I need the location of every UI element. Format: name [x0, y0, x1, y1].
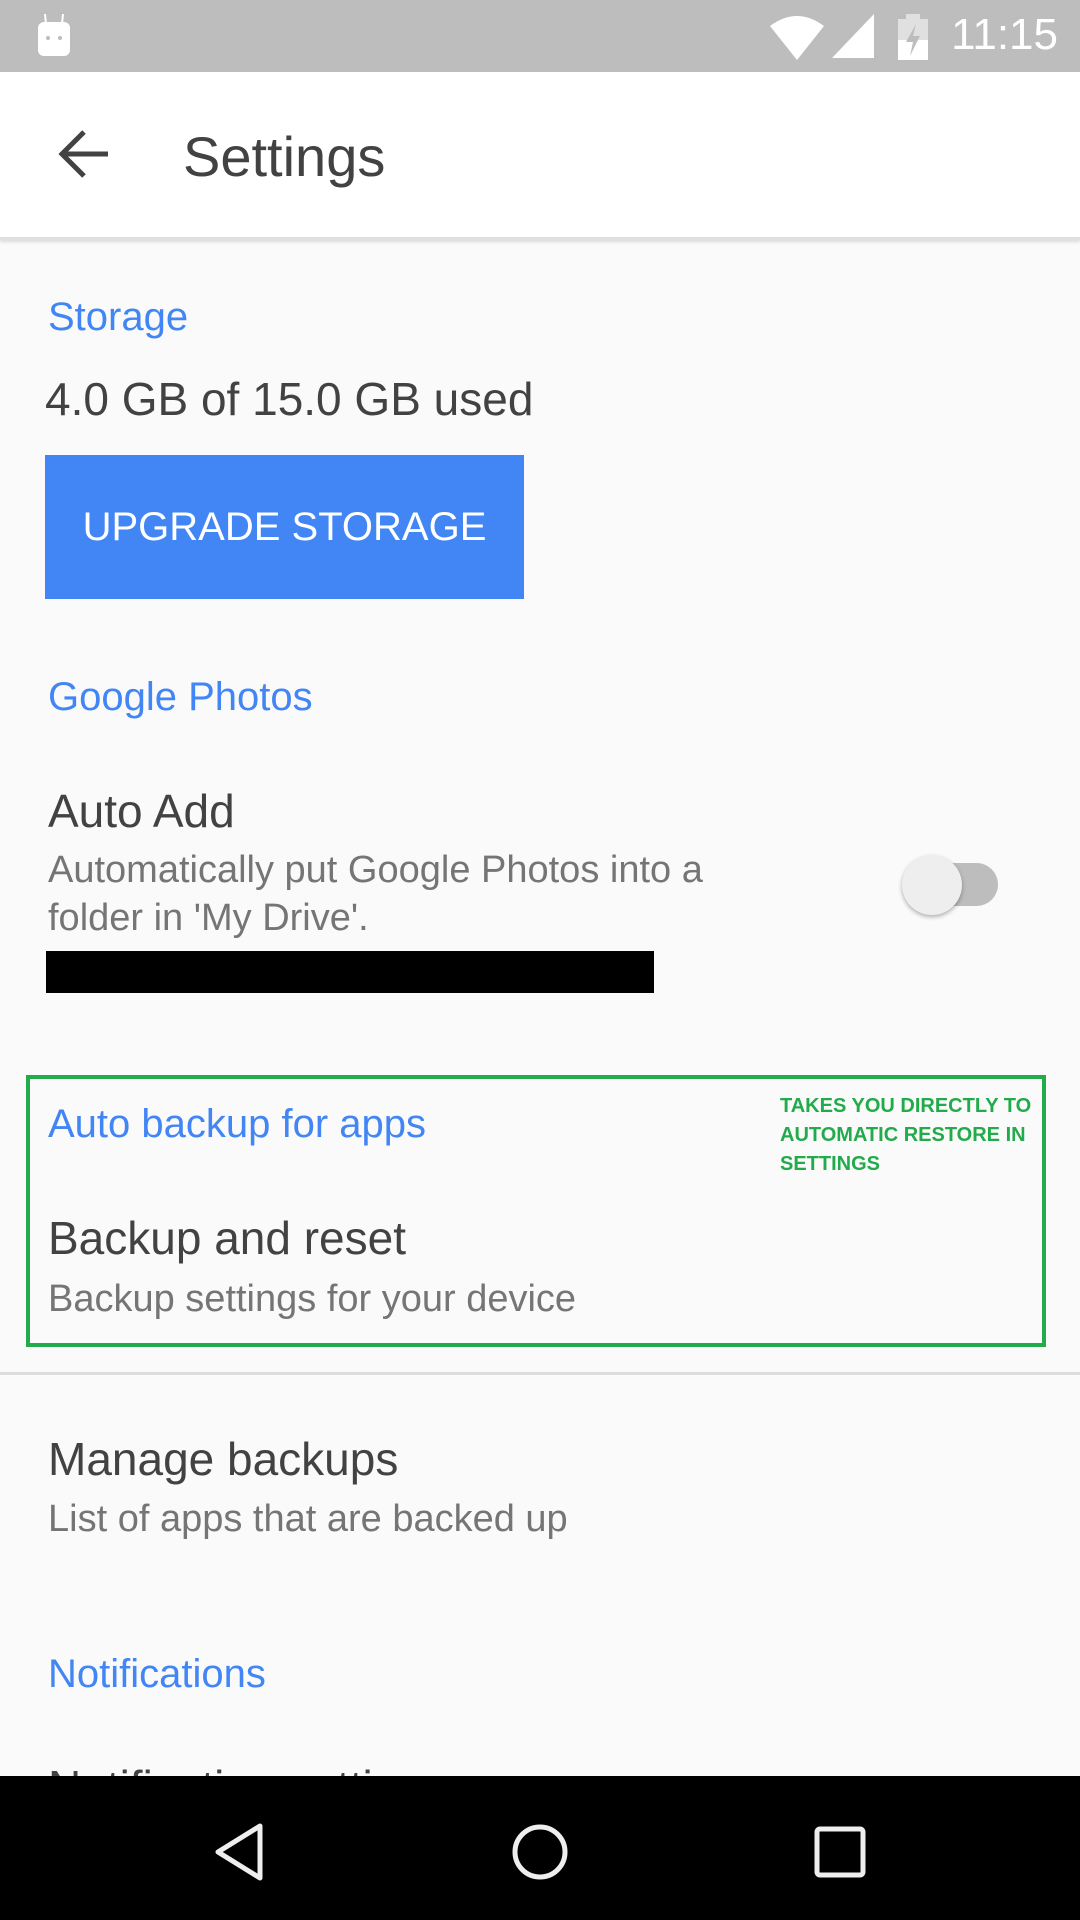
signal-icon: [832, 14, 874, 58]
backup-and-reset-description: Backup settings for your device: [48, 1278, 577, 1320]
wifi-icon: [770, 16, 824, 60]
auto-add-title[interactable]: Auto Add: [48, 784, 235, 838]
section-header-storage: Storage: [48, 295, 189, 339]
section-header-google-photos: Google Photos: [48, 675, 313, 719]
backup-and-reset-title[interactable]: Backup and reset: [48, 1211, 406, 1265]
clock: 11:15: [951, 10, 1058, 59]
manage-backups-description: List of apps that are backed up: [48, 1498, 568, 1540]
app-bar: Settings: [0, 72, 1080, 240]
nav-recents-icon[interactable]: [814, 1826, 866, 1878]
upgrade-storage-button[interactable]: UPGRADE STORAGE: [45, 455, 524, 599]
auto-add-description: Automatically put Google Photos into a: [48, 849, 703, 891]
section-header-notifications: Notifications: [48, 1652, 266, 1696]
status-bar: 11:15: [0, 0, 1080, 72]
storage-usage: 4.0 GB of 15.0 GB used: [45, 373, 534, 425]
arrow-left-icon[interactable]: [58, 129, 110, 179]
auto-add-description-line2: folder in 'My Drive'.: [48, 897, 369, 939]
nav-home-icon[interactable]: [510, 1822, 570, 1882]
section-header-auto-backup: Auto backup for apps: [48, 1102, 427, 1146]
nav-back-icon[interactable]: [212, 1822, 264, 1882]
divider: [0, 1372, 1080, 1375]
auto-add-toggle-thumb[interactable]: [902, 855, 962, 915]
page-title: Settings: [183, 125, 386, 188]
navigation-bar: [0, 1776, 1080, 1920]
manage-backups-title[interactable]: Manage backups: [48, 1432, 398, 1486]
redacted-block: [46, 951, 654, 993]
annotation-text: TAKES YOU DIRECTLY TO AUTOMATIC RESTORE …: [780, 1095, 1032, 1175]
android-debug-icon: [38, 14, 70, 56]
battery-charging-icon: [898, 14, 928, 60]
